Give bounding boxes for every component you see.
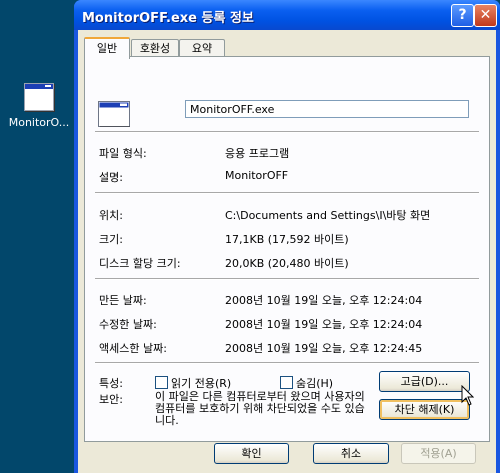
cancel-button[interactable]: 취소 (313, 443, 389, 464)
divider (95, 278, 479, 280)
location-label: 위치: (99, 209, 123, 222)
close-button[interactable]: ✕ (474, 4, 497, 27)
modified-value: 2008년 10월 19일 오늘, 오후 12:24:04 (225, 318, 423, 331)
hidden-checkbox[interactable] (280, 376, 293, 389)
accessed-value: 2008년 10월 19일 오늘, 오후 12:24:45 (225, 342, 423, 355)
tab-general[interactable]: 일반 (84, 37, 130, 59)
mouse-pointer-icon (461, 385, 474, 406)
disk-size-value: 20,0KB (20,480 바이트) (225, 257, 349, 270)
security-message: 이 파일은 다른 컴퓨터로부터 왔으며 사용자의 컴퓨터를 보호하기 위해 차단… (155, 390, 365, 427)
filename-input[interactable]: MonitorOFF.exe (185, 100, 469, 118)
readonly-checkbox[interactable] (155, 376, 168, 389)
tab-compatibility[interactable]: 호환성 (131, 39, 179, 57)
desktop-icon-monitoroff[interactable]: MonitorO... (6, 83, 72, 129)
divider (95, 192, 479, 194)
window-title: MonitorOFF.exe 등록 정보 (82, 11, 254, 26)
file-type-value: 응용 프로그램 (225, 147, 290, 160)
apply-button[interactable]: 적용(A) (401, 443, 476, 464)
modified-label: 수정한 날짜: (99, 318, 157, 331)
disk-size-label: 디스크 할당 크기: (99, 257, 181, 270)
size-value: 17,1KB (17,592 바이트) (225, 233, 349, 246)
description-value: MonitorOFF (225, 169, 289, 182)
help-button[interactable]: ? (451, 4, 474, 27)
application-icon (98, 101, 130, 127)
attributes-label: 특성: (99, 377, 123, 390)
location-value: C:\Documents and Settings\I\바탕 화면 (225, 209, 431, 222)
hidden-label[interactable]: 숨김(H) (296, 375, 333, 391)
desktop-icon-label: MonitorO... (8, 116, 70, 129)
file-type-label: 파일 형식: (99, 147, 147, 160)
description-label: 설명: (99, 171, 123, 184)
ok-button[interactable]: 확인 (214, 443, 289, 464)
application-icon (24, 83, 54, 111)
dialog-client-area: 일반 호환성 요약 MonitorOFF.exe 파일 형식: 응용 프로그램 … (78, 30, 496, 473)
created-label: 만든 날짜: (99, 294, 147, 307)
general-tab-panel: MonitorOFF.exe 파일 형식: 응용 프로그램 설명: Monito… (84, 56, 490, 442)
divider (95, 131, 479, 133)
advanced-button[interactable]: 고급(D)... (379, 371, 470, 392)
title-bar[interactable]: MonitorOFF.exe 등록 정보 ? ✕ (74, 0, 500, 30)
unblock-button[interactable]: 차단 해제(K) (379, 399, 470, 420)
size-label: 크기: (99, 233, 123, 246)
properties-window: MonitorOFF.exe 등록 정보 ? ✕ 일반 호환성 요약 Monit… (74, 0, 500, 473)
security-label: 보안: (99, 393, 123, 406)
tab-summary[interactable]: 요약 (179, 39, 225, 57)
created-value: 2008년 10월 19일 오늘, 오후 12:24:04 (225, 294, 423, 307)
divider (95, 362, 479, 364)
accessed-label: 액세스한 날짜: (99, 342, 167, 355)
readonly-label[interactable]: 읽기 전용(R) (171, 375, 231, 391)
